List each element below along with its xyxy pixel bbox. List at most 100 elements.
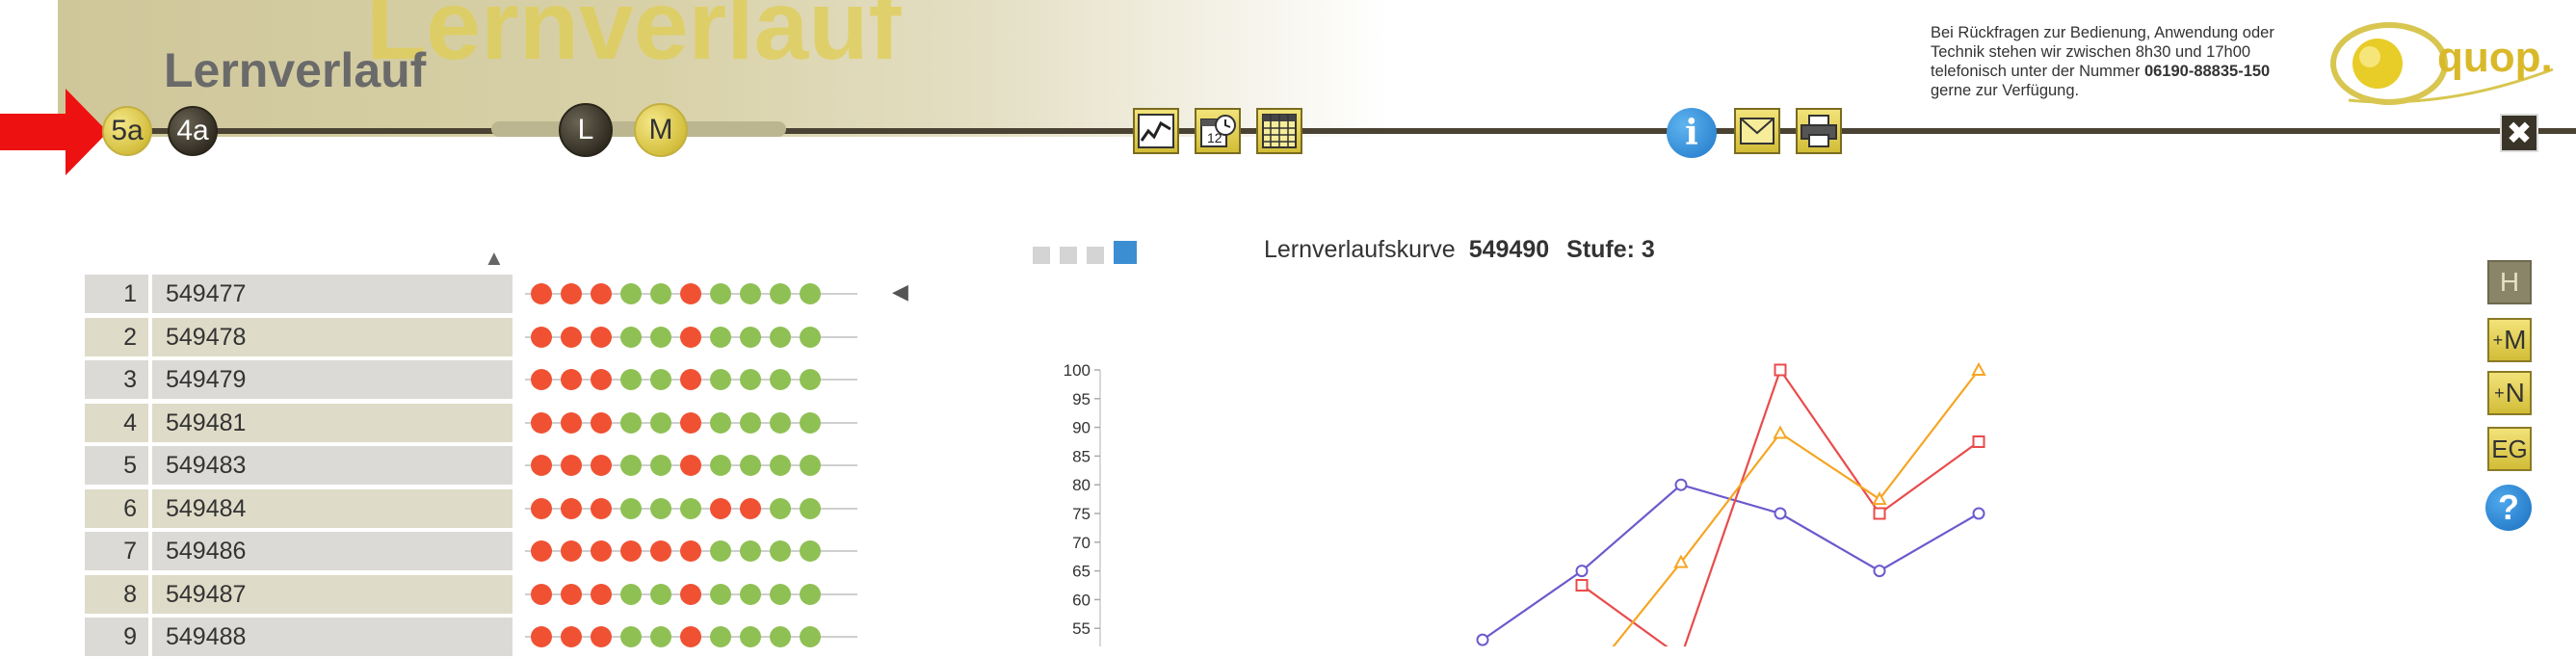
- side-button-h[interactable]: H: [2487, 260, 2532, 304]
- result-dot-green: [800, 411, 821, 434]
- result-dot-green: [680, 497, 701, 519]
- side-button-add-m[interactable]: + M: [2487, 318, 2532, 362]
- mode-button-l[interactable]: L: [559, 103, 613, 157]
- result-dot-green: [650, 583, 671, 605]
- result-dot-green: [710, 455, 731, 476]
- y-tick-label: 95: [1072, 390, 1091, 408]
- side-button-n-label: N: [2505, 378, 2525, 408]
- result-dot-red: [680, 411, 701, 434]
- result-dot-red: [531, 411, 552, 434]
- result-dot-green: [770, 369, 791, 390]
- result-dot-green: [740, 411, 761, 434]
- data-point: [1773, 425, 1788, 439]
- student-row[interactable]: 8 549487: [85, 574, 514, 616]
- student-row[interactable]: 1 549477: [85, 275, 514, 315]
- result-dot-red: [561, 411, 582, 434]
- result-dot-red: [740, 497, 761, 519]
- view-option-4[interactable]: [1114, 241, 1137, 264]
- result-dot-green: [740, 326, 761, 348]
- student-row[interactable]: 2 549478: [85, 317, 514, 358]
- data-point: [1575, 579, 1589, 592]
- student-number: 5: [85, 446, 148, 485]
- chart-label: Lernverlaufskurve: [1264, 236, 1456, 263]
- student-row[interactable]: 3 549479: [85, 360, 514, 401]
- result-dot-green: [620, 626, 642, 647]
- red-arrow-icon: [0, 89, 108, 175]
- student-row[interactable]: 6 549484: [85, 488, 514, 530]
- student-row[interactable]: 9 549488: [85, 618, 514, 658]
- data-point: [1476, 633, 1489, 646]
- student-id: 549486: [152, 532, 513, 570]
- class-tab-5a[interactable]: 5a: [102, 106, 152, 156]
- header-watermark: Lernverlauf: [366, 0, 902, 80]
- result-dot-red: [680, 283, 701, 304]
- y-tick-label: 90: [1072, 419, 1091, 437]
- student-row[interactable]: 7 549486: [85, 532, 514, 572]
- y-tick-label: 65: [1072, 563, 1091, 581]
- view-option-3[interactable]: [1087, 247, 1104, 264]
- student-id: 549478: [152, 317, 513, 356]
- logo-text: quop.: [2437, 34, 2553, 81]
- help-button[interactable]: ?: [2485, 485, 2532, 531]
- student-number: 1: [85, 275, 148, 313]
- result-dot-red: [680, 326, 701, 348]
- student-id: 549477: [152, 275, 513, 313]
- class-tab-4a[interactable]: 4a: [168, 106, 218, 156]
- result-dot-green: [620, 583, 642, 605]
- side-button-eg[interactable]: EG: [2487, 427, 2532, 471]
- result-dot-red: [591, 283, 612, 304]
- view-option-1[interactable]: [1033, 247, 1050, 264]
- y-tick-label: 75: [1072, 505, 1091, 523]
- result-dot-green: [800, 497, 821, 519]
- result-dot-red: [710, 497, 731, 519]
- student-row[interactable]: 5 549483: [85, 446, 514, 487]
- print-button[interactable]: [1796, 108, 1842, 154]
- sort-ascending-icon[interactable]: ▲: [484, 246, 505, 271]
- schedule-button[interactable]: 12: [1195, 108, 1241, 154]
- result-dot-green: [710, 540, 731, 562]
- result-dot-green: [770, 283, 791, 304]
- data-point: [1873, 565, 1886, 578]
- y-tick-label: 70: [1072, 534, 1091, 552]
- data-point: [1774, 507, 1787, 520]
- result-dot-green: [710, 283, 731, 304]
- support-phone: 06190-88835-150: [2143, 63, 2271, 80]
- result-dot-green: [650, 497, 671, 519]
- result-dot-red: [680, 369, 701, 390]
- table-grid-icon: [1262, 114, 1297, 148]
- table-view-button[interactable]: [1256, 108, 1302, 154]
- envelope-icon: [1740, 118, 1774, 145]
- view-option-2[interactable]: [1060, 247, 1077, 264]
- student-row[interactable]: 4 549481: [85, 403, 514, 444]
- result-dot-red: [531, 540, 552, 562]
- result-dot-red: [561, 369, 582, 390]
- student-number: 9: [85, 618, 148, 656]
- side-button-add-n[interactable]: + N: [2487, 371, 2532, 415]
- student-id: 549479: [152, 360, 513, 399]
- progress-dots: [525, 445, 857, 486]
- result-dot-red: [680, 583, 701, 605]
- result-dot-red: [591, 626, 612, 647]
- y-tick-label: 85: [1072, 447, 1091, 465]
- result-dot-red: [620, 540, 642, 562]
- mode-button-m[interactable]: M: [634, 103, 688, 157]
- collapse-left-icon[interactable]: ◀: [892, 279, 908, 304]
- result-dot-red: [561, 326, 582, 348]
- y-tick-label: 60: [1072, 591, 1091, 609]
- result-dot-red: [680, 626, 701, 647]
- result-dot-green: [770, 455, 791, 476]
- mail-button[interactable]: [1734, 108, 1780, 154]
- info-button[interactable]: i: [1667, 108, 1717, 158]
- data-point: [1972, 507, 1985, 520]
- result-dot-green: [650, 283, 671, 304]
- result-dot-green: [740, 540, 761, 562]
- chart-view-button[interactable]: [1133, 108, 1179, 154]
- y-tick-label: 100: [1064, 361, 1091, 380]
- result-dot-green: [650, 626, 671, 647]
- result-dot-red: [531, 326, 552, 348]
- result-dot-red: [680, 540, 701, 562]
- result-dot-red: [561, 626, 582, 647]
- result-dot-red: [531, 455, 552, 476]
- result-dot-red: [591, 411, 612, 434]
- close-button[interactable]: ✖: [2500, 114, 2538, 152]
